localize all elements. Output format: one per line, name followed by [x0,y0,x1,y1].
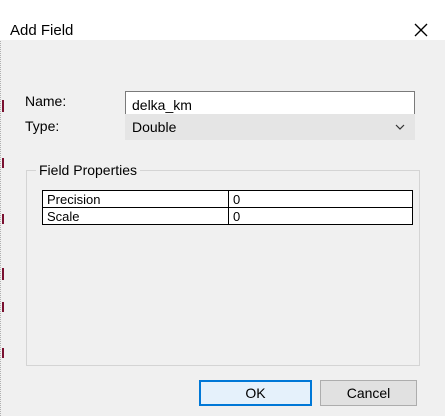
chevron-down-icon [395,124,405,130]
cancel-button[interactable]: Cancel [320,380,417,406]
edge-mark [2,302,4,312]
type-dropdown[interactable]: Double [125,114,415,140]
type-selected-value: Double [132,119,177,135]
edge-mark [2,268,4,280]
field-properties-table: Precision 0 Scale 0 [42,190,413,225]
close-icon [414,23,428,37]
property-name: Scale [42,207,229,225]
property-name: Precision [42,190,229,208]
edge-mark [2,100,4,112]
property-value-cell[interactable]: 0 [228,207,413,225]
ok-button[interactable]: OK [199,380,312,406]
property-value-cell[interactable]: 0 [228,190,413,208]
edge-mark [2,214,4,224]
table-row: Precision 0 [42,190,413,208]
type-label: Type: [25,118,60,134]
edge-mark [2,348,4,358]
dialog-title: Add Field [10,22,74,39]
name-label: Name: [25,93,67,109]
close-button[interactable] [408,18,434,42]
table-row: Scale 0 [42,207,413,225]
edge-mark [2,158,4,168]
field-properties-title: Field Properties [36,162,141,178]
title-bar: Add Field [0,0,445,40]
